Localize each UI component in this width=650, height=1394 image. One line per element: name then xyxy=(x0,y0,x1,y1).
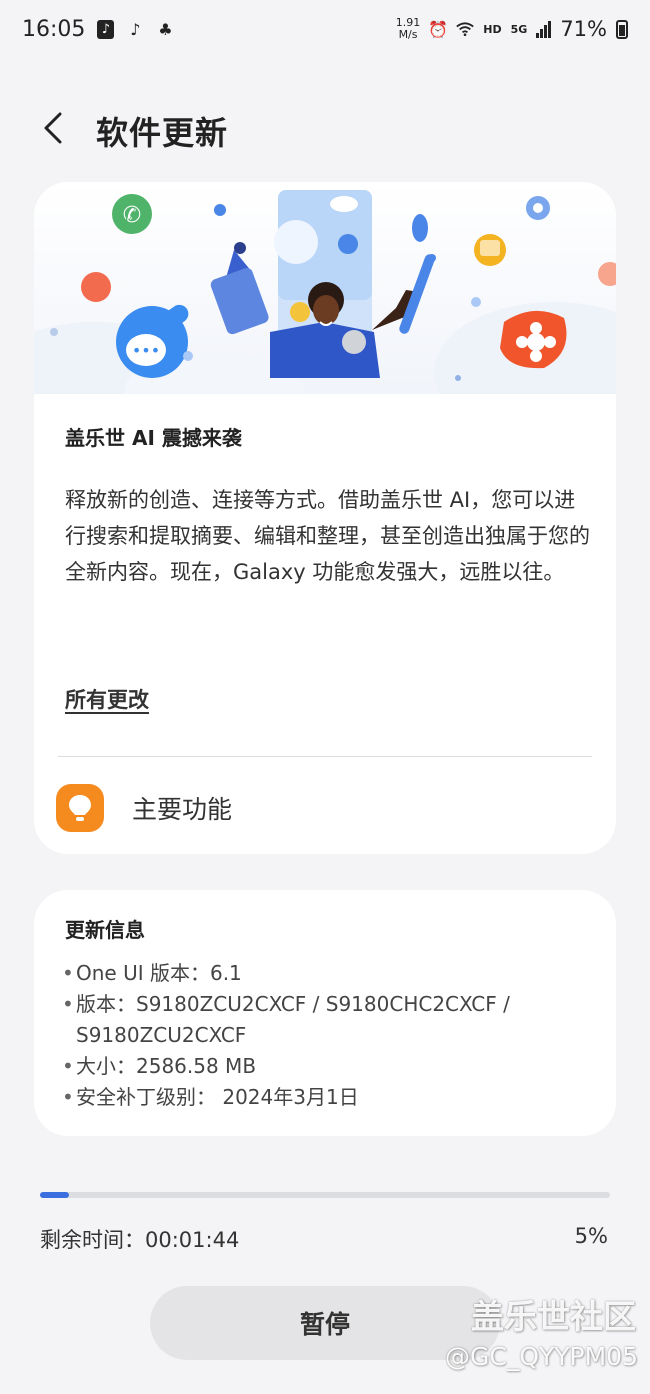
status-bar-right: 1.91 M/s ⏰ HD 5G 71% xyxy=(396,17,628,41)
galaxy-ai-banner-illustration: ✆ ••• xyxy=(34,182,616,394)
update-info-title: 更新信息 xyxy=(65,918,145,942)
network-type-label: 5G xyxy=(510,22,528,36)
status-bar: 16:05 ♪ ♪ ♣ 1.91 M/s ⏰ HD 5G 71% xyxy=(0,0,650,58)
community-watermark: 盖乐世社区 xyxy=(471,1297,636,1336)
header: 软件更新 xyxy=(0,100,650,160)
update-info-list: One UI 版本：6.1 版本：S9180ZCU2CXCF / S9180CH… xyxy=(62,958,602,1113)
main-features-item[interactable]: 主要功能 xyxy=(56,778,596,838)
clock: 16:05 xyxy=(22,16,86,42)
feature-card: ✆ ••• 盖乐世 AI 震撼来袭 释放新的创造、连接等方式。借助盖乐世 AI，… xyxy=(34,182,616,854)
app-notification-icon: ♣ xyxy=(158,19,173,39)
battery-percent: 71% xyxy=(560,17,607,41)
progress-percent: 5% xyxy=(574,1224,608,1248)
network-speed-unit: M/s xyxy=(398,28,418,41)
status-bar-left: 16:05 ♪ ♪ ♣ xyxy=(22,17,174,42)
main-features-label: 主要功能 xyxy=(132,795,233,824)
divider xyxy=(58,756,592,757)
page-title: 软件更新 xyxy=(96,114,229,152)
signal-icon xyxy=(536,20,552,38)
feature-description: 释放新的创造、连接等方式。借助盖乐世 AI，您可以进行搜索和提取摘要、编辑和整理… xyxy=(65,488,590,584)
back-button[interactable] xyxy=(36,106,76,150)
notes-app-icon: ♪ xyxy=(97,19,115,39)
wifi-icon xyxy=(456,20,475,38)
update-info-card: 更新信息 One UI 版本：6.1 版本：S9180ZCU2CXCF / S9… xyxy=(34,890,616,1136)
all-changes-link[interactable]: 所有更改 xyxy=(65,684,149,714)
info-item-build-version: 版本：S9180ZCU2CXCF / S9180CHC2CXCF / S9180… xyxy=(62,989,602,1051)
handle-watermark: @GC_QYYPM05 xyxy=(444,1342,638,1371)
svg-text:✆: ✆ xyxy=(123,203,141,228)
chevron-left-icon xyxy=(44,112,62,144)
remaining-time: 剩余时间：00:01:44 xyxy=(40,1228,240,1252)
lightbulb-icon xyxy=(56,784,104,832)
battery-icon xyxy=(616,19,628,39)
alarm-icon: ⏰ xyxy=(428,19,449,39)
tiktok-icon: ♪ xyxy=(130,19,141,39)
info-item-size: 大小：2586.58 MB xyxy=(62,1051,602,1082)
feature-title: 盖乐世 AI 震撼来袭 xyxy=(65,426,242,450)
hd-voice-label: HD xyxy=(483,22,502,36)
info-item-one-ui-version: One UI 版本：6.1 xyxy=(62,958,602,989)
download-progress-bar xyxy=(40,1192,610,1198)
info-item-security-patch: 安全补丁级别： 2024年3月1日 xyxy=(62,1082,602,1113)
svg-text:•••: ••• xyxy=(132,341,160,360)
network-speed: 1.91 M/s xyxy=(396,17,421,41)
download-progress-fill xyxy=(40,1192,69,1198)
